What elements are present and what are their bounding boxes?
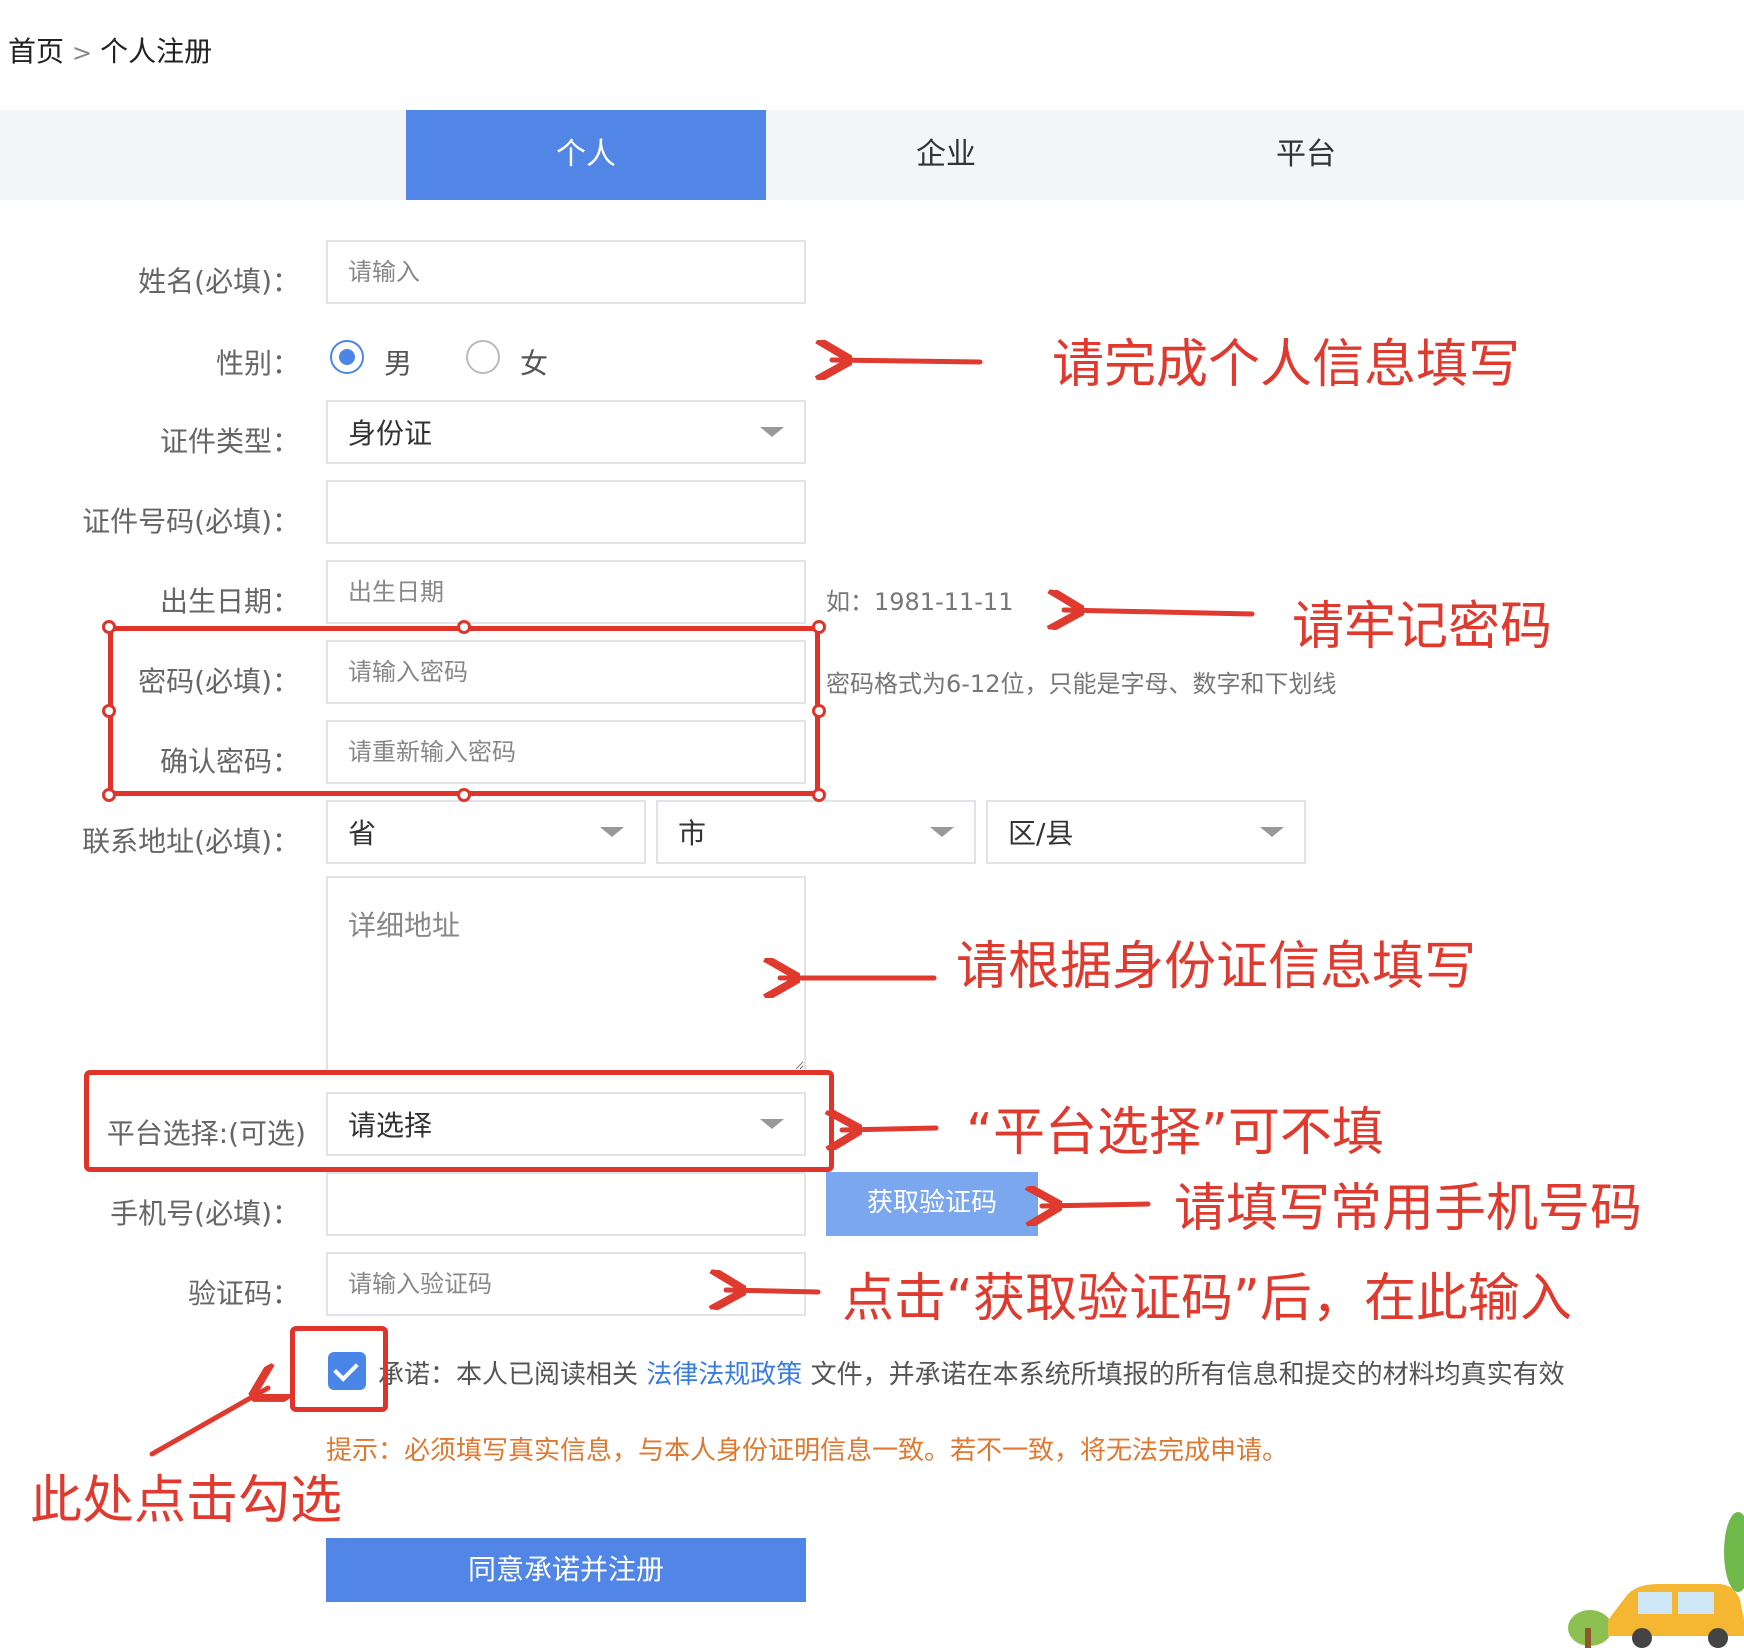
arrow-icon — [726, 1290, 821, 1292]
arrow-icon — [832, 360, 983, 362]
annotation-check-here: 此处点击勾选 — [30, 1471, 343, 1531]
annotation-phone-hint: 请填写常用手机号码 — [1174, 1179, 1643, 1239]
annotation-code-hint: 点击“获取验证码”后，在此输入 — [842, 1269, 1572, 1329]
arrow-icon — [1064, 610, 1255, 614]
annotation-personal-info: 请完成个人信息填写 — [1052, 335, 1521, 395]
annotation-arrows — [149, 0, 1255, 1457]
arrow-icon — [149, 1388, 268, 1457]
annotation-platform-optional: “平台选择”可不填 — [966, 1103, 1384, 1163]
annotation-remember-password: 请牢记密码 — [1292, 597, 1553, 657]
arrow-icon — [1042, 1204, 1151, 1206]
car-illustration-icon — [1568, 1512, 1744, 1648]
annotation-fill-by-id: 请根据身份证信息填写 — [956, 937, 1477, 997]
arrow-icon — [842, 1128, 939, 1130]
